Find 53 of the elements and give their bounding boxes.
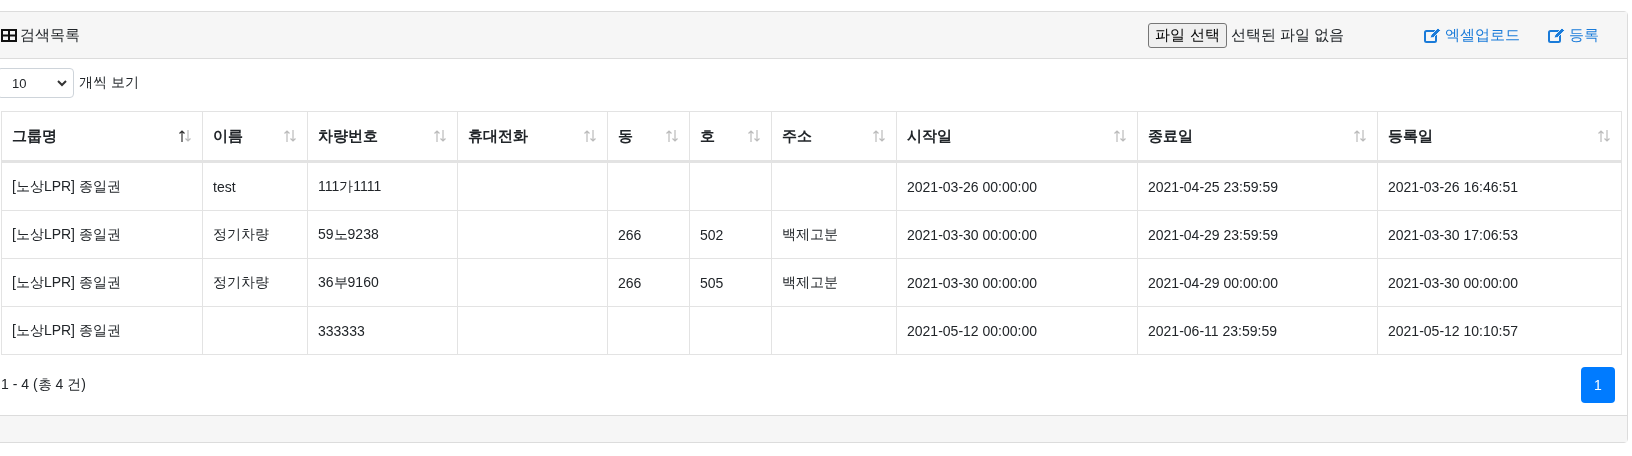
table-cell: 59노9238 [307, 210, 458, 259]
column-header[interactable]: 주소 [771, 111, 897, 162]
table-cell: [노상LPR] 종일권 [1, 258, 203, 307]
column-header[interactable]: 동 [607, 111, 690, 162]
column-header[interactable]: 등록일 [1377, 111, 1622, 162]
page-button[interactable]: 1 [1581, 367, 1615, 404]
table-cell: [노상LPR] 종일권 [1, 306, 203, 355]
excel-upload-link[interactable]: 엑셀업로드 [1424, 25, 1520, 45]
table-cell: 2021-04-29 23:59:59 [1137, 210, 1378, 259]
column-header[interactable]: 호 [689, 111, 772, 162]
table-icon [1, 28, 17, 42]
column-header[interactable]: 이름 [202, 111, 308, 162]
file-status: 선택된 파일 없음 [1230, 25, 1344, 45]
table-cell: 333333 [307, 306, 458, 355]
result-summary: 1 - 4 (총 4 건) [1, 376, 86, 395]
card-title: 검색목록 [20, 25, 80, 45]
table-cell: 111가1111 [307, 161, 458, 211]
table-cell: 2021-04-29 00:00:00 [1137, 258, 1378, 307]
table-cell: 2021-03-30 17:06:53 [1377, 210, 1622, 259]
table-cell: 36부9160 [307, 258, 458, 307]
edit-icon [1548, 27, 1565, 43]
table-cell: 2021-05-12 00:00:00 [896, 306, 1138, 355]
page-size-label: 개씩 보기 [79, 74, 139, 93]
table-cell: 2021-03-30 00:00:00 [896, 210, 1138, 259]
table-cell: 정기차량 [202, 210, 308, 259]
edit-icon [1424, 27, 1441, 43]
table-cell: test [202, 161, 308, 211]
table-cell: [노상LPR] 종일권 [1, 210, 203, 259]
register-link[interactable]: 등록 [1548, 25, 1599, 45]
column-header[interactable]: 그룹명 [1, 111, 203, 162]
table-cell: 2021-06-11 23:59:59 [1137, 306, 1378, 355]
page-size-select[interactable]: 10 [0, 68, 74, 99]
table-cell: 266 [607, 258, 690, 307]
table-cell: 백제고분 [771, 210, 897, 259]
table-cell: 505 [689, 258, 772, 307]
table-cell: 2021-03-26 16:46:51 [1377, 161, 1622, 211]
chevron-icon [57, 79, 67, 87]
file-choose-button[interactable]: 파일 선택 [1148, 22, 1227, 48]
table-cell: 2021-04-25 23:59:59 [1137, 161, 1378, 211]
table-cell: 2021-05-12 10:10:57 [1377, 306, 1622, 355]
column-header[interactable]: 종료일 [1137, 111, 1378, 162]
column-header[interactable]: 시작일 [896, 111, 1138, 162]
table-cell: [노상LPR] 종일권 [1, 161, 203, 211]
sort-icon[interactable] [178, 129, 192, 144]
column-header[interactable]: 휴대전화 [457, 111, 608, 162]
table-cell: 502 [689, 210, 772, 259]
table-cell: 2021-03-30 00:00:00 [896, 258, 1138, 307]
table-cell: 백제고분 [771, 258, 897, 307]
column-header[interactable]: 차량번호 [307, 111, 458, 162]
table-cell: 2021-03-26 00:00:00 [896, 161, 1138, 211]
table-cell: 266 [607, 210, 690, 259]
table-cell: 정기차량 [202, 258, 308, 307]
table-cell: 2021-03-30 00:00:00 [1377, 258, 1622, 307]
